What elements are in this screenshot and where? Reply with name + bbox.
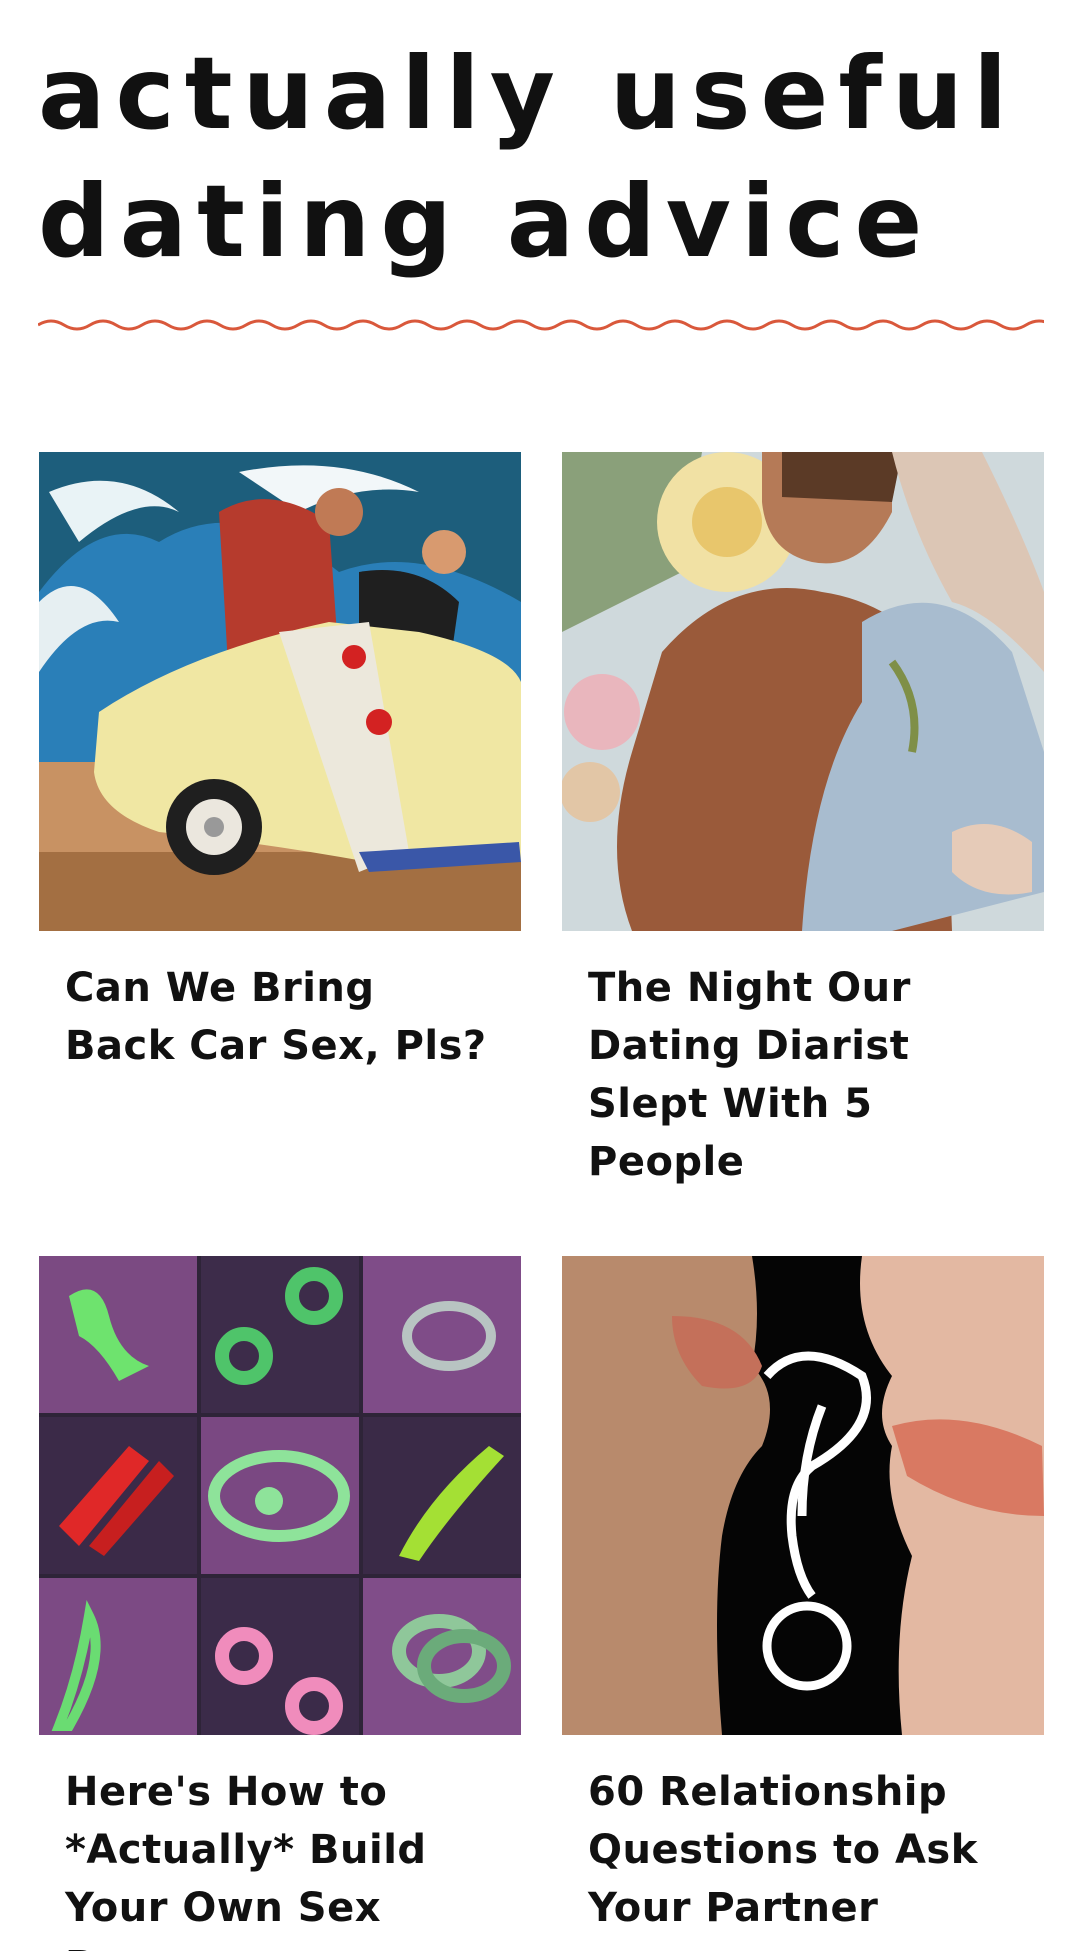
article-card[interactable]: Can We Bring Back Car Sex, Pls? xyxy=(39,452,521,1075)
article-card[interactable]: 60 Relationship Questions to Ask Your Pa… xyxy=(562,1256,1044,1937)
article-card[interactable]: The Night Our Dating Diarist Slept With … xyxy=(562,452,1044,1191)
floral-couple-image xyxy=(562,452,1044,931)
article-thumbnail-relationship-questions[interactable] xyxy=(562,1256,1044,1735)
wavy-divider xyxy=(38,319,1044,331)
article-card[interactable]: Here's How to *Actually* Build Your Own … xyxy=(39,1256,521,1951)
lips-question-mark-image xyxy=(562,1256,1044,1735)
section-title-line-2: dating advice xyxy=(38,163,933,280)
sex-toys-grid-image xyxy=(39,1256,521,1735)
article-headline[interactable]: Can We Bring Back Car Sex, Pls? xyxy=(65,959,495,1075)
article-headline[interactable]: Here's How to *Actually* Build Your Own … xyxy=(65,1763,495,1951)
article-thumbnail-car-sex[interactable] xyxy=(39,452,521,931)
article-headline[interactable]: The Night Our Dating Diarist Slept With … xyxy=(588,959,1018,1191)
article-thumbnail-dating-diarist[interactable] xyxy=(562,452,1044,931)
page: actually useful dating advice Can We Bri… xyxy=(0,0,1080,1951)
article-thumbnail-sex-room[interactable] xyxy=(39,1256,521,1735)
section-title-line-1: actually useful xyxy=(38,35,1018,152)
retro-car-kiss-image xyxy=(39,452,521,931)
article-headline[interactable]: 60 Relationship Questions to Ask Your Pa… xyxy=(588,1763,1018,1937)
section-title: actually useful dating advice xyxy=(38,30,1038,286)
